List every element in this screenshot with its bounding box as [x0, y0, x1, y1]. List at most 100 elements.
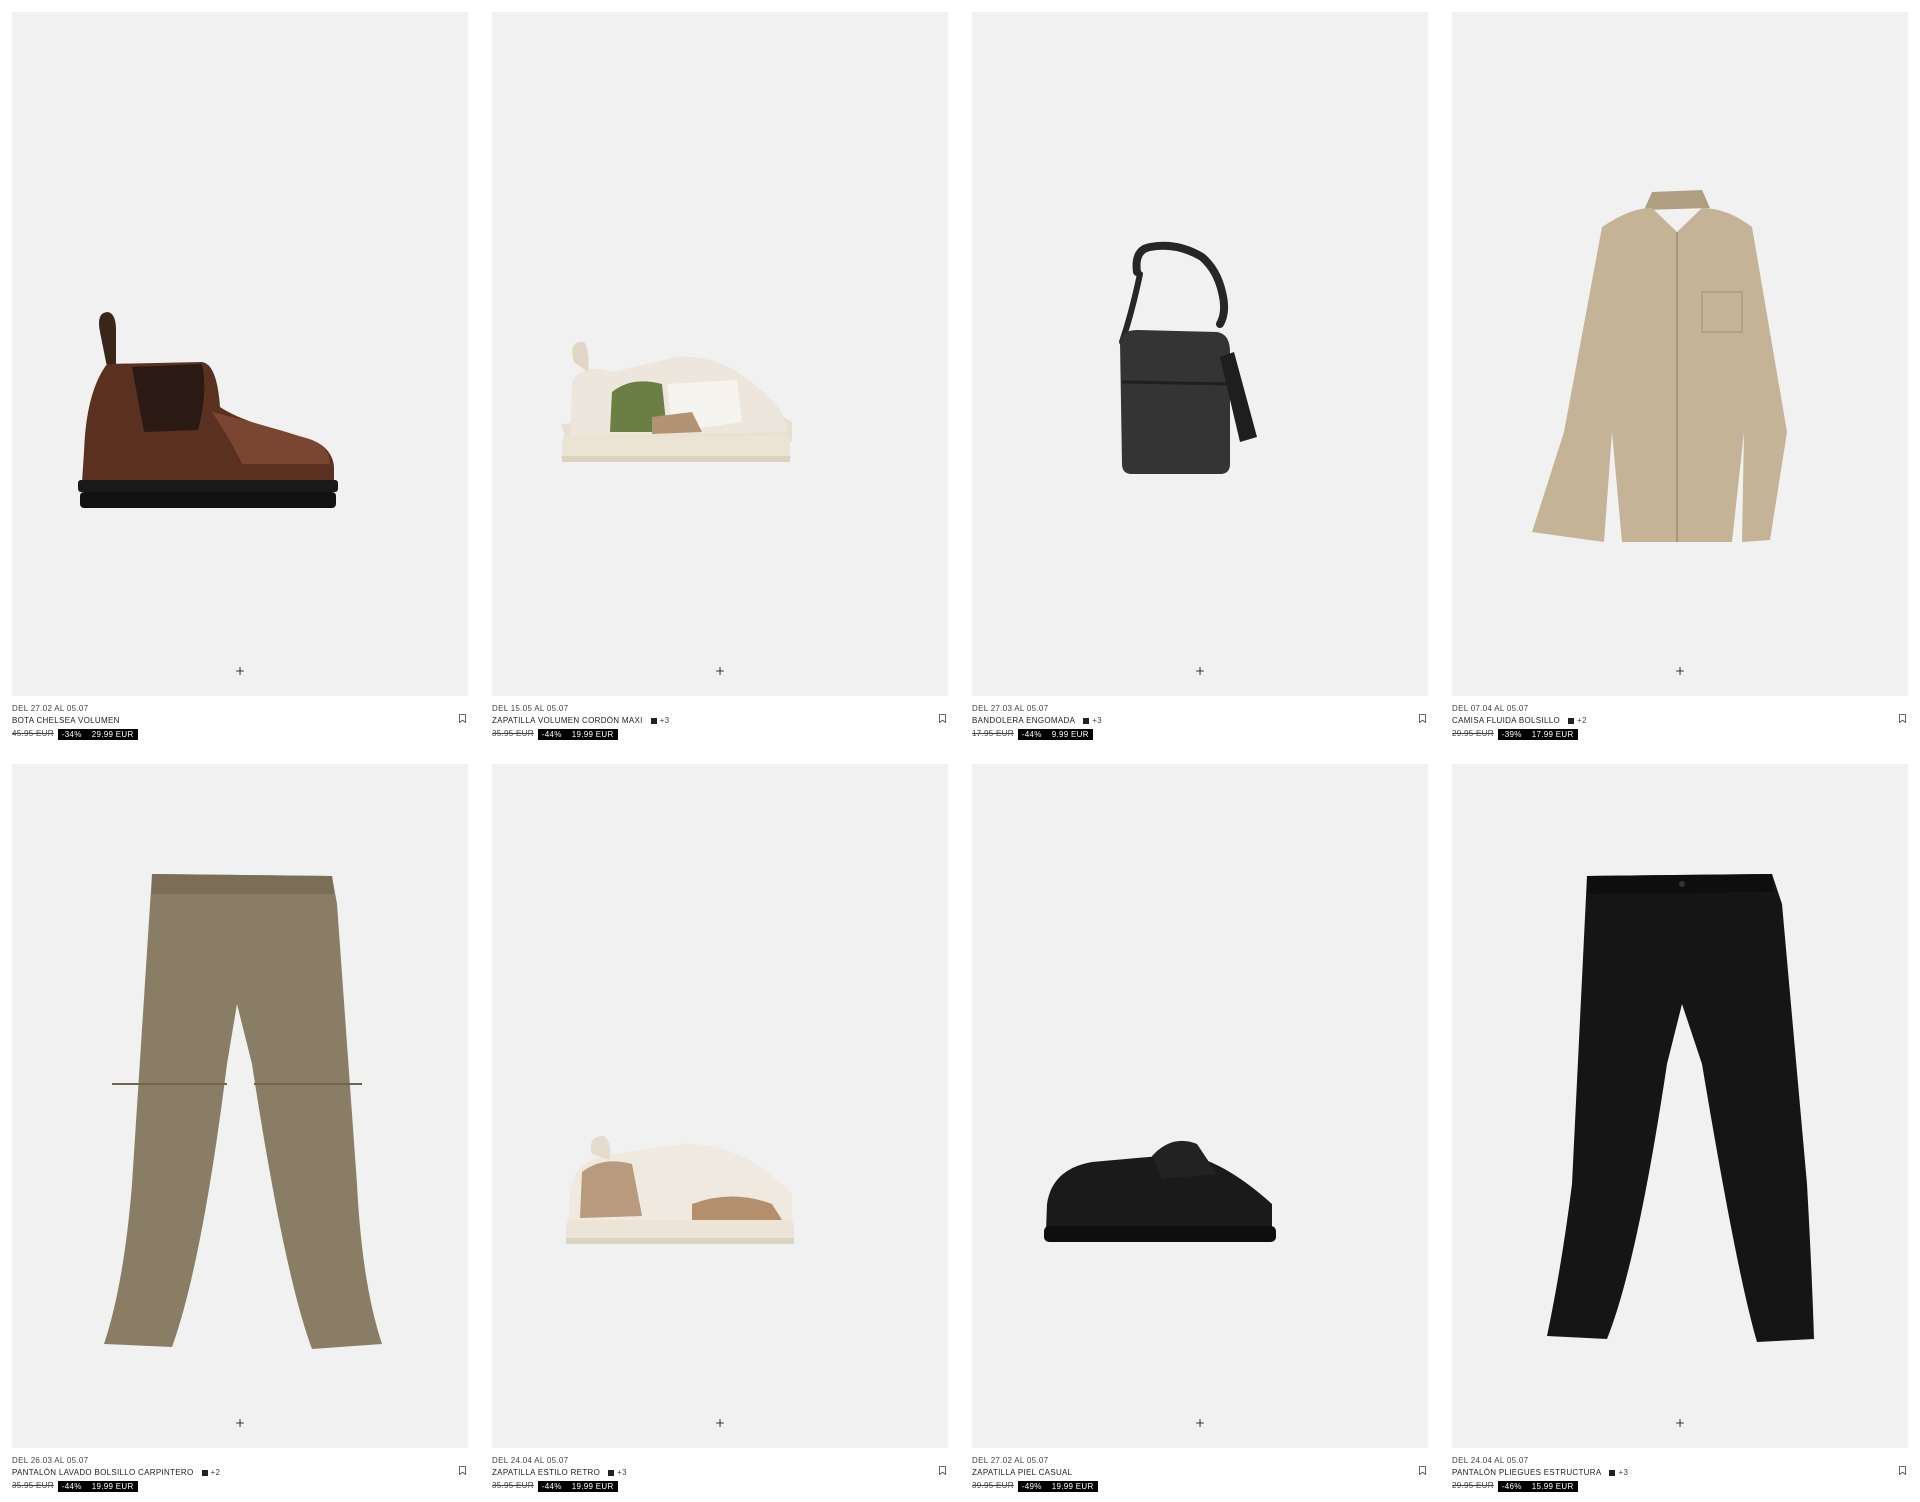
- product-card[interactable]: + DEL 27.02 AL 05.07 ZAPATILLA PIEL CASU…: [972, 764, 1428, 1500]
- color-swatch: [650, 718, 657, 724]
- sale-price: 15.99 EUR: [1531, 1481, 1574, 1491]
- color-options[interactable]: +2: [201, 1467, 221, 1479]
- add-to-cart-icon[interactable]: +: [711, 1414, 729, 1432]
- product-card[interactable]: + DEL 27.02 AL 05.07 BOTA CHELSEA VOLUME…: [12, 12, 468, 748]
- product-info: DEL 24.04 AL 05.07 PANTALÓN PLIEGUES EST…: [1452, 1448, 1908, 1500]
- bookmark-icon[interactable]: [459, 714, 466, 723]
- shirt-image: [1532, 190, 1787, 542]
- promo-dates: DEL 27.03 AL 05.07: [972, 704, 1049, 713]
- product-name[interactable]: ZAPATILLA VOLUMEN CORDÓN MAXI: [492, 715, 643, 727]
- product-info: DEL 27.02 AL 05.07 ZAPATILLA PIEL CASUAL…: [972, 1448, 1428, 1500]
- add-to-cart-icon[interactable]: +: [1191, 1414, 1209, 1432]
- product-image[interactable]: +: [492, 764, 948, 1448]
- product-card[interactable]: + DEL 24.04 AL 05.07 PANTALÓN PLIEGUES E…: [1452, 764, 1908, 1500]
- product-info: DEL 15.05 AL 05.07 ZAPATILLA VOLUMEN COR…: [492, 696, 948, 748]
- black-shoe-image: [1044, 1140, 1276, 1242]
- original-price: 17.95 EUR: [972, 729, 1014, 738]
- product-card[interactable]: + DEL 24.04 AL 05.07 ZAPATILLA ESTILO RE…: [492, 764, 948, 1500]
- more-colors-count: +3: [1618, 1468, 1629, 1477]
- add-to-cart-icon[interactable]: +: [1671, 662, 1689, 680]
- more-colors-count: +3: [659, 716, 670, 725]
- add-to-cart-icon[interactable]: +: [231, 662, 249, 680]
- color-options[interactable]: +2: [1567, 715, 1587, 727]
- sale-price: 19.99 EUR: [91, 1481, 134, 1491]
- product-card[interactable]: + DEL 26.03 AL 05.07 PANTALÓN LAVADO BOL…: [12, 764, 468, 1500]
- product-name[interactable]: PANTALÓN PLIEGUES ESTRUCTURA: [1452, 1467, 1601, 1479]
- product-card[interactable]: + DEL 27.03 AL 05.07 BANDOLERA ENGOMADA …: [972, 12, 1428, 748]
- sale-price: 19.99 EUR: [571, 729, 614, 739]
- add-to-cart-icon[interactable]: +: [1191, 662, 1209, 680]
- product-name[interactable]: PANTALÓN LAVADO BOLSILLO CARPINTERO: [12, 1467, 194, 1479]
- promo-dates: DEL 15.05 AL 05.07: [492, 704, 569, 713]
- product-card[interactable]: + DEL 07.04 AL 05.07 CAMISA FLUIDA BOLSI…: [1452, 12, 1908, 748]
- product-card[interactable]: + DEL 15.05 AL 05.07 ZAPATILLA VOLUMEN C…: [492, 12, 948, 748]
- product-info: DEL 27.02 AL 05.07 BOTA CHELSEA VOLUMEN …: [12, 696, 468, 748]
- discount-percent: -49%: [1021, 1481, 1042, 1491]
- original-price: 35.95 EUR: [492, 1481, 534, 1490]
- discount-percent: -34%: [61, 729, 82, 739]
- color-swatch: [201, 1470, 208, 1476]
- bookmark-icon[interactable]: [1419, 714, 1426, 723]
- sale-badge: -44% 19.99 EUR: [537, 728, 618, 740]
- add-to-cart-icon[interactable]: +: [1671, 1414, 1689, 1432]
- more-colors-count: +3: [617, 1468, 627, 1477]
- product-image[interactable]: +: [12, 764, 468, 1448]
- bookmark-icon[interactable]: [1899, 1466, 1906, 1475]
- sale-price: 19.99 EUR: [571, 1481, 614, 1491]
- pants-image: [104, 874, 382, 1349]
- product-name[interactable]: ZAPATILLA PIEL CASUAL: [972, 1467, 1072, 1479]
- product-info: DEL 24.04 AL 05.07 ZAPATILLA ESTILO RETR…: [492, 1448, 948, 1500]
- promo-dates: DEL 27.02 AL 05.07: [12, 704, 89, 713]
- product-name[interactable]: BOTA CHELSEA VOLUMEN: [12, 715, 120, 727]
- promo-dates: DEL 24.04 AL 05.07: [492, 1456, 569, 1465]
- add-to-cart-icon[interactable]: +: [231, 1414, 249, 1432]
- bookmark-icon[interactable]: [1419, 1466, 1426, 1475]
- discount-percent: -44%: [61, 1481, 82, 1491]
- sale-price: 17.99 EUR: [1531, 729, 1574, 739]
- more-colors-count: +2: [210, 1468, 221, 1477]
- product-image[interactable]: +: [1452, 764, 1908, 1448]
- color-swatch: [1083, 718, 1090, 724]
- product-image[interactable]: +: [972, 12, 1428, 696]
- add-to-cart-icon[interactable]: +: [711, 662, 729, 680]
- discount-percent: -44%: [1021, 729, 1042, 739]
- discount-percent: -44%: [541, 1481, 562, 1491]
- bookmark-icon[interactable]: [939, 1466, 946, 1475]
- promo-dates: DEL 27.02 AL 05.07: [972, 1456, 1049, 1465]
- color-swatch: [1567, 718, 1574, 724]
- color-swatch: [1609, 1470, 1616, 1476]
- sale-badge: -46% 15.99 EUR: [1497, 1480, 1578, 1492]
- sale-badge: -44% 9.99 EUR: [1017, 728, 1093, 740]
- product-image[interactable]: +: [12, 12, 468, 696]
- color-options[interactable]: +3: [608, 1467, 627, 1479]
- product-name[interactable]: BANDOLERA ENGOMADA: [972, 715, 1075, 727]
- more-colors-count: +2: [1576, 716, 1587, 725]
- more-colors-count: +3: [1092, 716, 1102, 725]
- sale-badge: -49% 19.99 EUR: [1017, 1480, 1098, 1492]
- trousers-image: [1547, 874, 1814, 1342]
- color-options[interactable]: +3: [1609, 1467, 1628, 1479]
- bookmark-icon[interactable]: [1899, 714, 1906, 723]
- bookmark-icon[interactable]: [939, 714, 946, 723]
- original-price: 29.95 EUR: [1452, 729, 1494, 738]
- product-name[interactable]: CAMISA FLUIDA BOLSILLO: [1452, 715, 1560, 727]
- color-options[interactable]: +3: [1083, 715, 1102, 727]
- bookmark-icon[interactable]: [459, 1466, 466, 1475]
- product-info: DEL 26.03 AL 05.07 PANTALÓN LAVADO BOLSI…: [12, 1448, 468, 1500]
- product-name[interactable]: ZAPATILLA ESTILO RETRO: [492, 1467, 600, 1479]
- product-image[interactable]: +: [1452, 12, 1908, 696]
- promo-dates: DEL 24.04 AL 05.07: [1452, 1456, 1529, 1465]
- discount-percent: -39%: [1501, 729, 1522, 739]
- sneaker-image: [566, 1136, 794, 1244]
- color-options[interactable]: +3: [650, 715, 670, 727]
- sale-price: 19.99 EUR: [1051, 1481, 1094, 1491]
- product-info: DEL 07.04 AL 05.07 CAMISA FLUIDA BOLSILL…: [1452, 696, 1908, 748]
- sale-badge: -44% 19.99 EUR: [537, 1480, 618, 1492]
- crossbody-bag-image: [1119, 241, 1257, 474]
- product-image[interactable]: +: [972, 764, 1428, 1448]
- promo-dates: DEL 07.04 AL 05.07: [1452, 704, 1529, 713]
- color-swatch: [608, 1470, 615, 1476]
- promo-dates: DEL 26.03 AL 05.07: [12, 1456, 89, 1465]
- product-image[interactable]: +: [492, 12, 948, 696]
- sale-badge: -44% 19.99 EUR: [57, 1480, 138, 1492]
